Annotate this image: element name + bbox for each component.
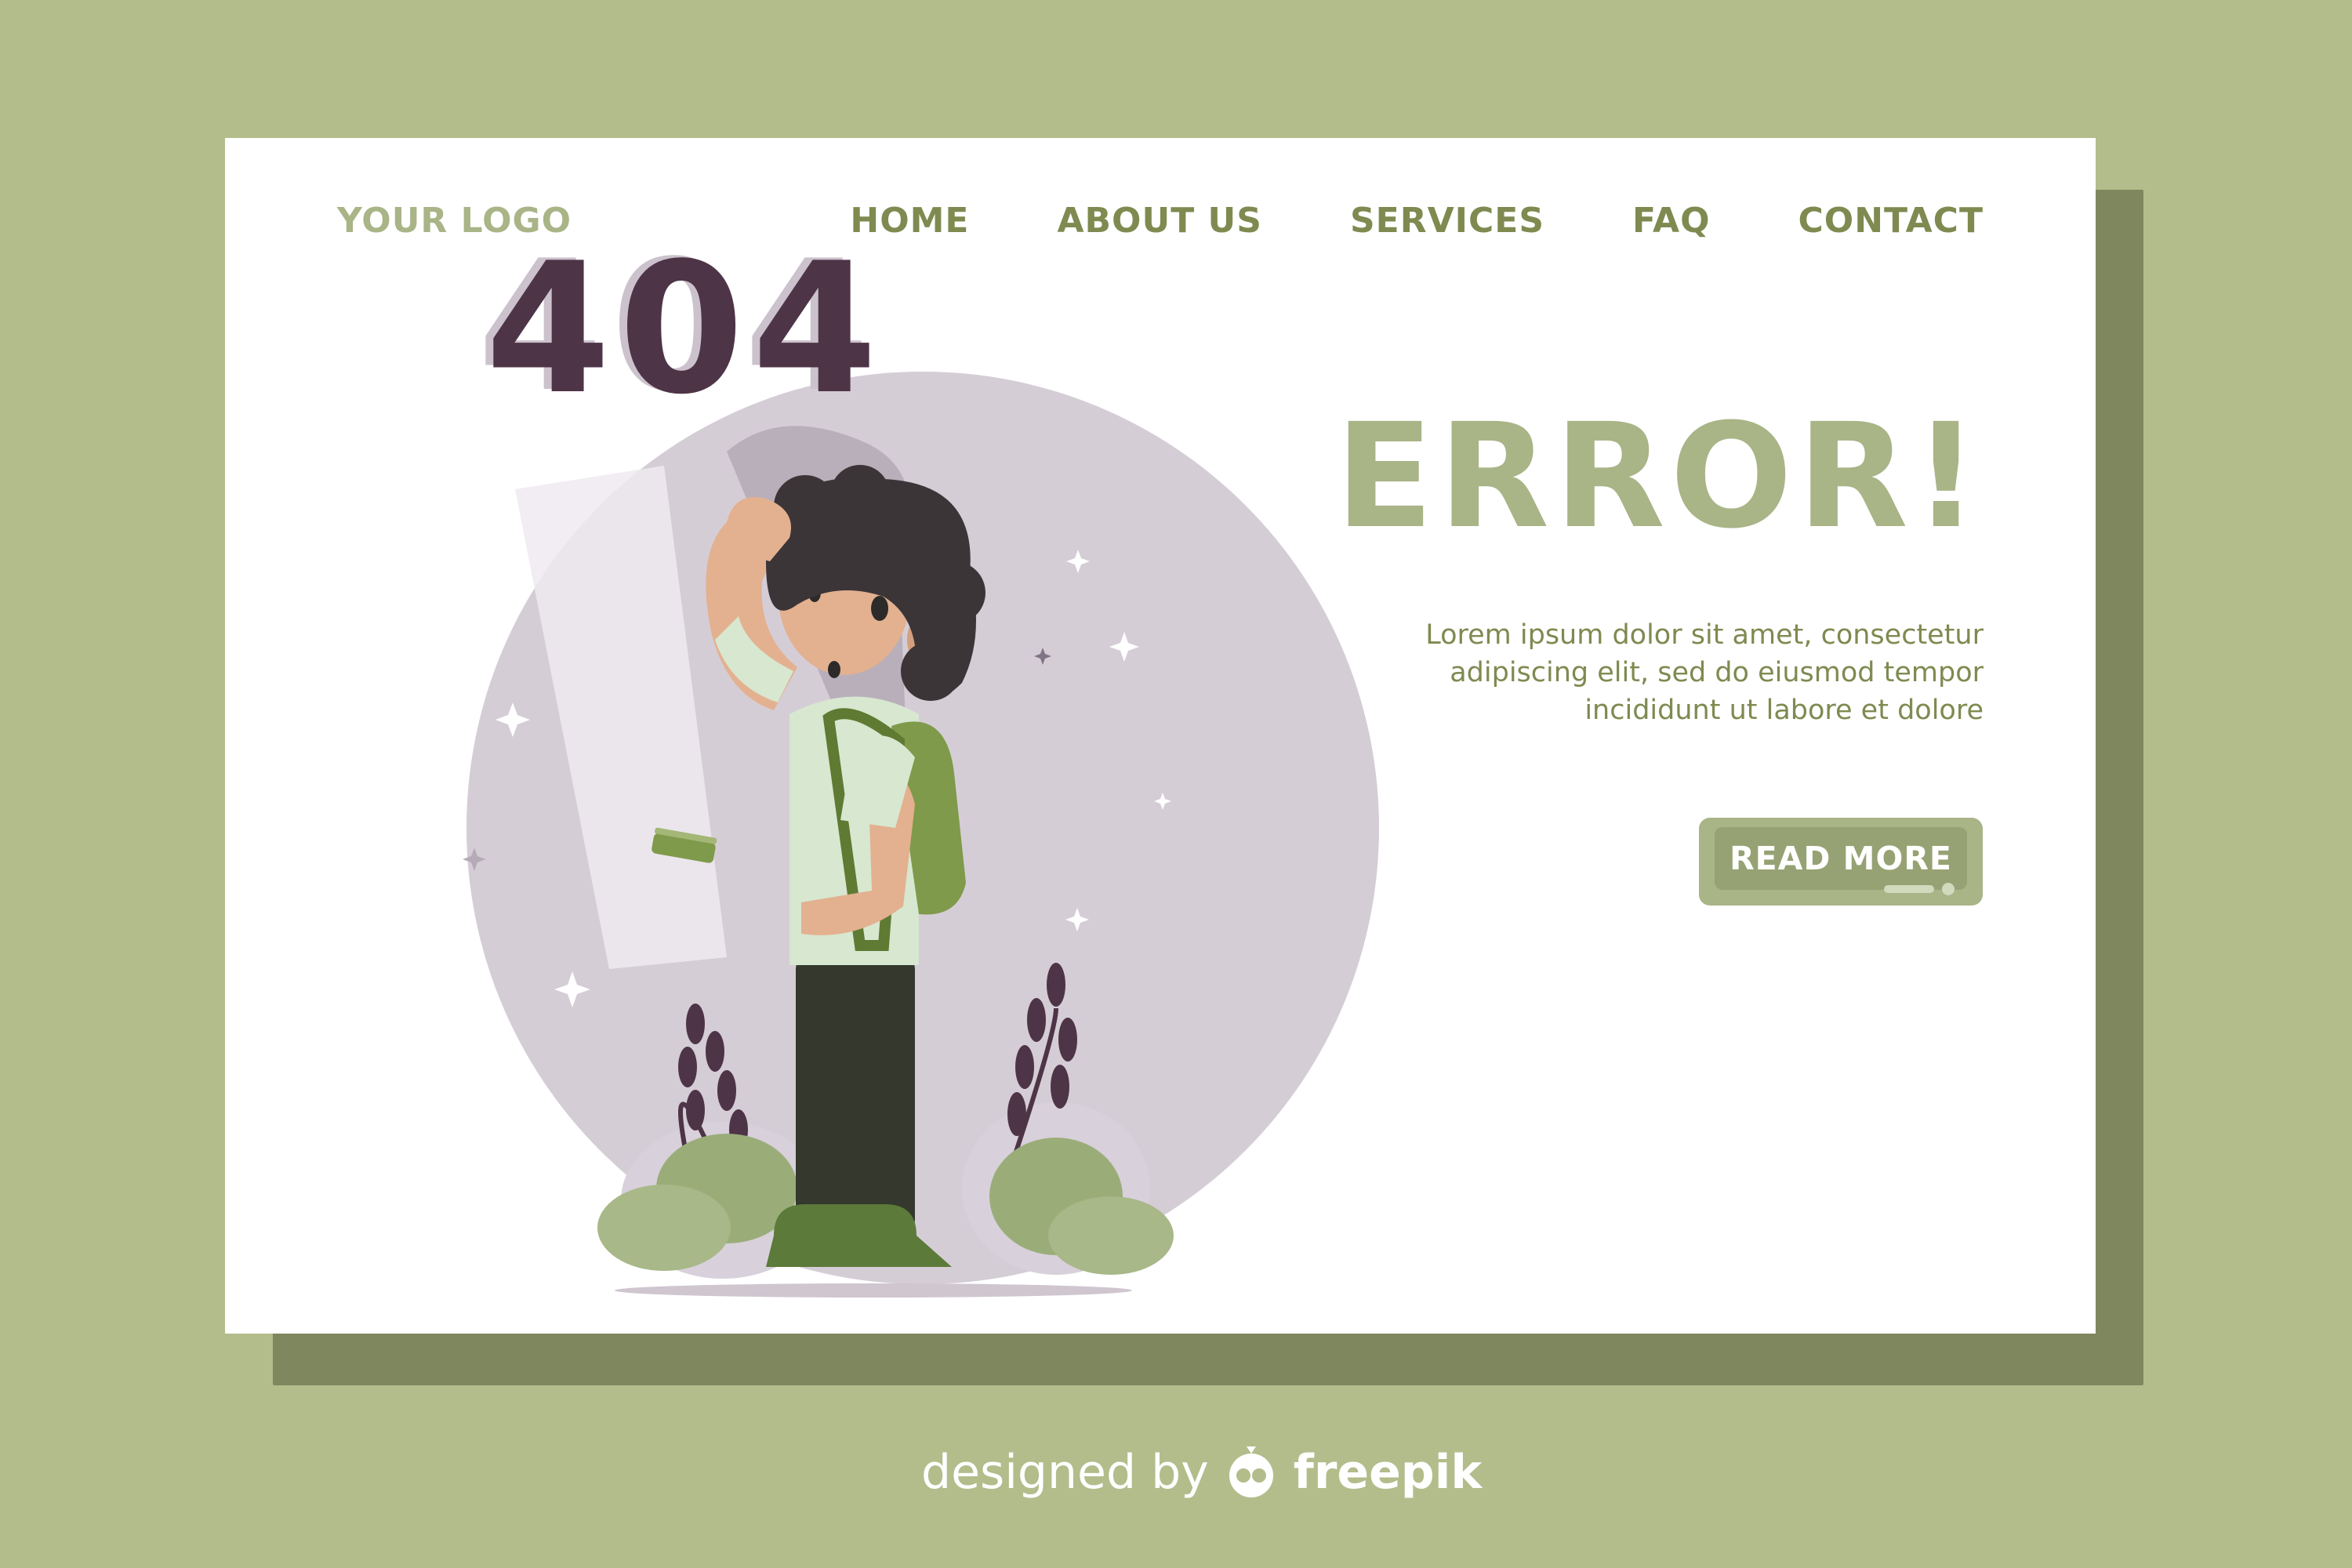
landing-card: 404 YOUR LOGO HOME ABOUT US SERVICES FAQ… — [225, 138, 2096, 1334]
read-more-button-face[interactable]: READ MORE — [1715, 827, 1967, 890]
error-code: 404 — [485, 225, 886, 434]
nav-services[interactable]: SERVICES — [1350, 201, 1544, 241]
nav-faq[interactable]: FAQ — [1632, 201, 1710, 241]
ground-shadow — [615, 1283, 1132, 1298]
read-more-label: READ MORE — [1730, 840, 1952, 877]
credit-brand: freepik — [1293, 1445, 1483, 1500]
error-headline: ERROR! — [1334, 393, 1984, 561]
button-deco-icon — [1884, 883, 1955, 895]
freepik-logo-icon — [1229, 1446, 1273, 1497]
nav-contact[interactable]: CONTACT — [1798, 201, 1984, 241]
error-description: Lorem ipsum dolor sit amet, consectetur … — [1425, 619, 1984, 726]
read-more-button[interactable]: READ MORE — [1699, 818, 1983, 906]
freepik-credit[interactable]: designed by freepik — [921, 1444, 1482, 1501]
credit-prefix: designed by — [921, 1445, 1209, 1500]
nav-about-us[interactable]: ABOUT US — [1057, 201, 1261, 241]
main-nav: HOME ABOUT US SERVICES FAQ CONTACT — [850, 201, 1984, 241]
